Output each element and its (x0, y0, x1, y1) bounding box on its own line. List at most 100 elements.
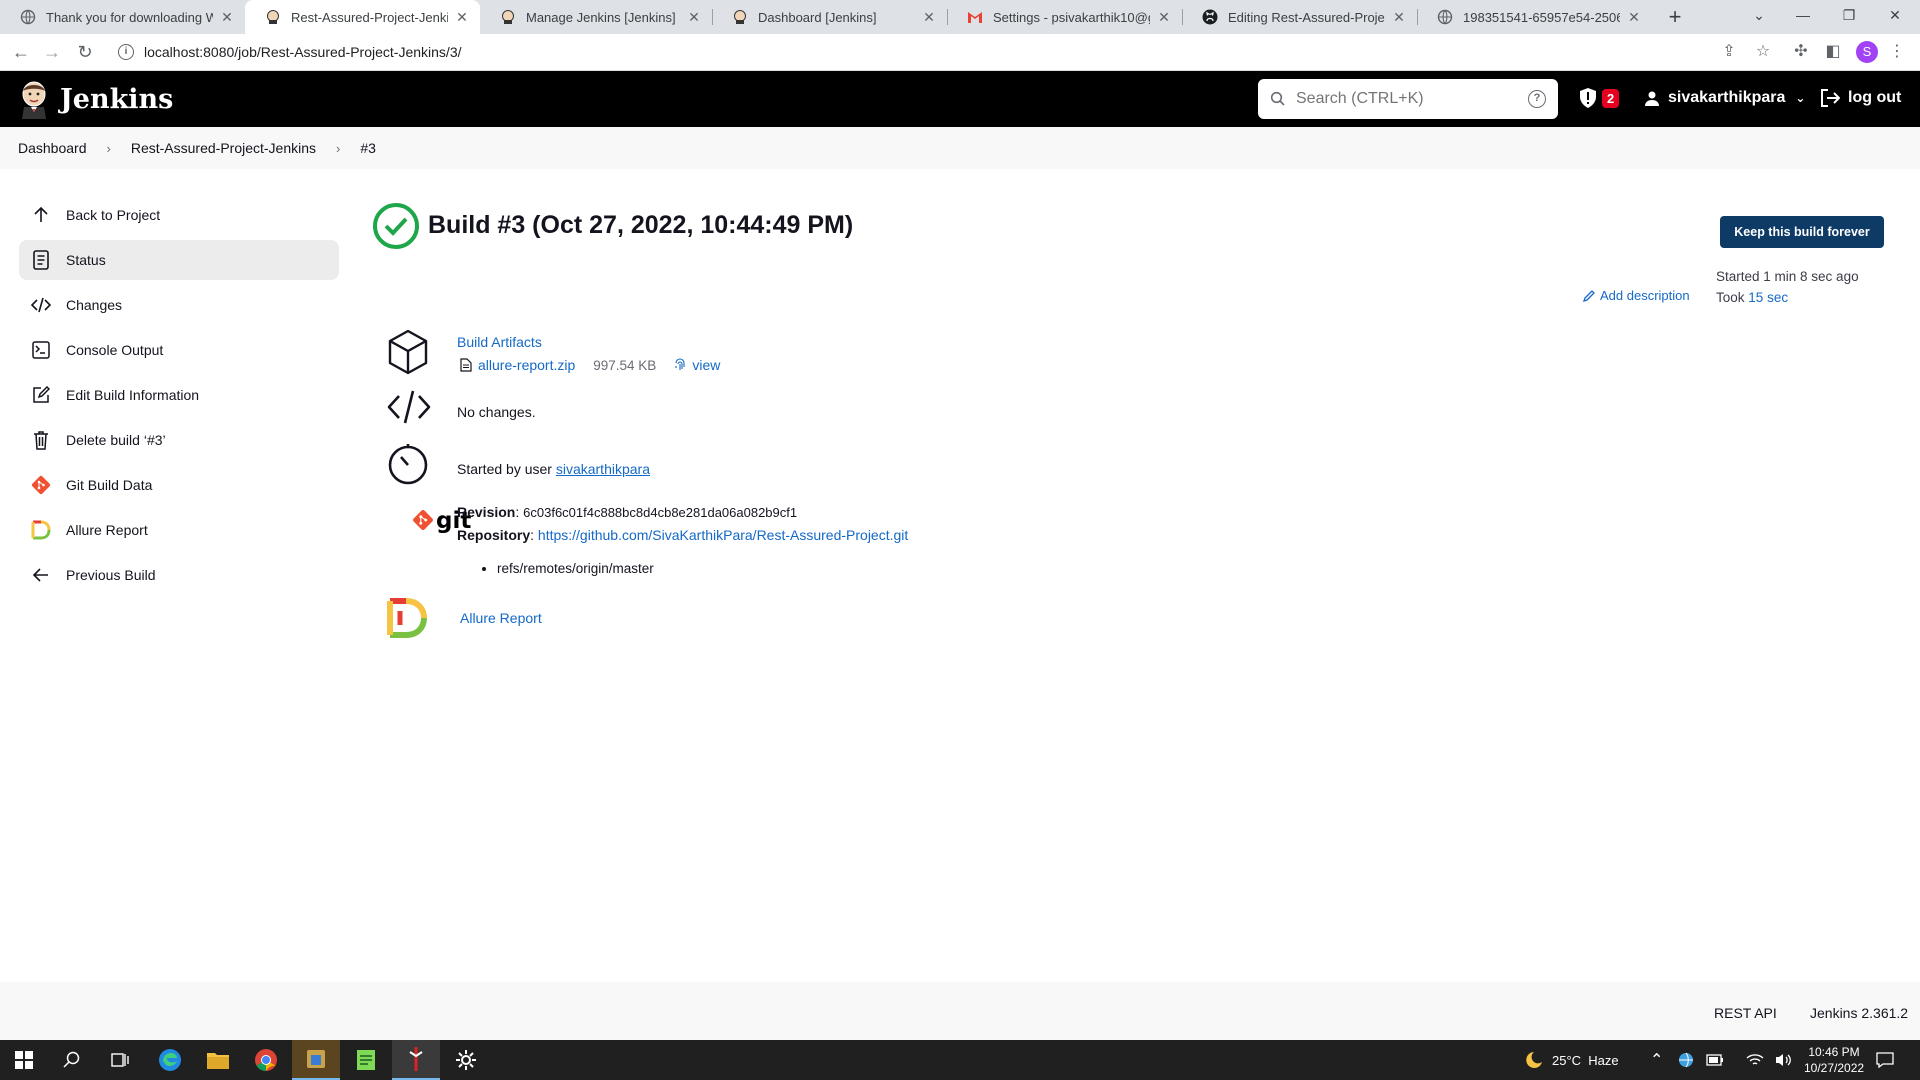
started-by-user-link[interactable]: sivakarthikpara (556, 461, 650, 477)
sidebar-item-label: Previous Build (66, 567, 156, 583)
pencil-icon (1582, 289, 1596, 303)
kebab-menu-icon[interactable]: ⋮ (1886, 41, 1908, 63)
jenkins-version-link[interactable]: Jenkins 2.361.2 (1810, 1005, 1908, 1021)
system-clock[interactable]: 10:46 PM 10/27/2022 (1804, 1044, 1864, 1076)
edge-browser-icon[interactable] (146, 1040, 194, 1080)
window-close-button[interactable]: ✕ (1872, 0, 1918, 34)
search-input[interactable] (1296, 90, 1528, 108)
address-bar-row: ← → ↻ i localhost:8080/job/Rest-Assured-… (0, 34, 1920, 71)
close-icon[interactable]: ✕ (454, 9, 470, 25)
search-box: ? (1258, 79, 1558, 119)
close-icon[interactable]: ✕ (921, 9, 937, 25)
sidebar-item-changes[interactable]: Changes (19, 285, 339, 325)
jenkins-home-link[interactable]: Jenkins (18, 79, 173, 119)
jmeter-icon[interactable] (392, 1040, 440, 1080)
add-description-link[interactable]: Add description (1582, 288, 1690, 303)
extensions-icon[interactable]: ✣ (1790, 41, 1812, 63)
keep-build-forever-button[interactable]: Keep this build forever (1720, 216, 1884, 248)
artifact-size: 997.54 KB (593, 357, 657, 373)
repository-link[interactable]: https://github.com/SivaKarthikPara/Rest-… (538, 527, 908, 543)
notepad-icon[interactable] (342, 1040, 390, 1080)
tab-label: Editing Rest-Assured-Project/RE (1228, 9, 1385, 25)
sidebar-item-previous-build[interactable]: Previous Build (19, 555, 339, 595)
back-arrow-icon[interactable]: ← (9, 40, 33, 64)
page-title: Build #3 (Oct 27, 2022, 10:44:49 PM) (428, 211, 854, 239)
gmail-icon (967, 9, 983, 25)
artifact-view-link[interactable]: view (692, 357, 720, 373)
minimize-button[interactable]: — (1780, 0, 1826, 34)
file-explorer-icon[interactable] (194, 1040, 242, 1080)
file-icon (460, 358, 472, 372)
revision-label: Revision (457, 504, 516, 520)
browser-tab[interactable]: Settings - psivakarthik10@gmai ✕ (947, 0, 1182, 34)
chrome-icon[interactable] (242, 1040, 290, 1080)
forward-arrow-icon[interactable]: → (40, 40, 64, 64)
task-view-icon[interactable] (96, 1040, 144, 1080)
close-icon[interactable]: ✕ (1156, 9, 1172, 25)
close-icon[interactable]: ✕ (1391, 9, 1407, 25)
reload-icon[interactable]: ↻ (73, 40, 97, 64)
started-ago-text: Started 1 min 8 sec ago (1716, 269, 1859, 284)
sidebar-item-label: Back to Project (66, 207, 161, 223)
duration-link[interactable]: 15 sec (1748, 290, 1788, 305)
browser-tab[interactable]: Thank you for downloading Win ✕ (0, 0, 245, 34)
chevron-down-icon: ⌄ (1795, 91, 1806, 105)
wifi-icon[interactable] (1746, 1040, 1764, 1080)
speaker-icon[interactable] (1774, 1040, 1792, 1080)
weather-text: 25°C Haze (1552, 1052, 1619, 1068)
sidebar-item-edit-build-information[interactable]: Edit Build Information (19, 375, 339, 415)
allure-icon (31, 520, 51, 540)
sidebar-item-status[interactable]: Status (19, 240, 339, 280)
jenkins-favicon-icon (500, 9, 516, 25)
sidebar-item-allure-report[interactable]: Allure Report (19, 510, 339, 550)
search-icon[interactable] (48, 1040, 96, 1080)
new-tab-button[interactable]: + (1660, 0, 1690, 34)
allure-logo-icon (386, 597, 430, 639)
artifact-file-link[interactable]: allure-report.zip (478, 357, 575, 373)
browser-tab[interactable]: Editing Rest-Assured-Project/RE ✕ (1182, 0, 1417, 34)
tab-label: Settings - psivakarthik10@gmai (993, 9, 1150, 25)
chevron-up-icon[interactable]: ⌃ (1650, 1040, 1663, 1080)
app-icon[interactable] (292, 1040, 340, 1080)
rest-api-link[interactable]: REST API (1714, 1005, 1777, 1021)
network-globe-icon[interactable] (1678, 1040, 1694, 1080)
weather-widget[interactable]: 25°C Haze (1522, 1040, 1619, 1080)
allure-report-link[interactable]: Allure Report (460, 610, 542, 626)
restore-button[interactable]: ❐ (1826, 0, 1872, 34)
help-icon[interactable]: ? (1528, 90, 1546, 108)
bookmark-star-icon[interactable]: ☆ (1752, 41, 1774, 63)
chevron-right-icon: › (336, 140, 341, 156)
browser-tab[interactable]: Manage Jenkins [Jenkins] ✕ (480, 0, 712, 34)
profile-avatar[interactable]: S (1856, 41, 1878, 63)
security-alert-button[interactable]: 2 (1578, 87, 1620, 109)
sidebar-item-label: Changes (66, 297, 123, 313)
browser-tab-active[interactable]: Rest-Assured-Project-Jenkins #3 ✕ (245, 0, 480, 34)
close-icon[interactable]: ✕ (219, 9, 235, 25)
breadcrumb-project[interactable]: Rest-Assured-Project-Jenkins (131, 140, 316, 156)
battery-icon[interactable] (1706, 1040, 1724, 1080)
sidebar-item-back-to-project[interactable]: Back to Project (19, 195, 339, 235)
close-icon[interactable]: ✕ (1626, 9, 1642, 25)
settings-gear-icon[interactable] (442, 1040, 490, 1080)
sidebar-item-delete-build[interactable]: Delete build ‘#3’ (19, 420, 339, 460)
browser-tab[interactable]: Dashboard [Jenkins] ✕ (712, 0, 947, 34)
breadcrumb-dashboard[interactable]: Dashboard (18, 140, 87, 156)
close-icon[interactable]: ✕ (686, 9, 702, 25)
user-menu[interactable]: sivakarthikpara ⌄ (1644, 89, 1805, 107)
sidebar-item-git-build-data[interactable]: Git Build Data (19, 465, 339, 505)
side-panel-icon[interactable]: ◧ (1822, 41, 1844, 63)
build-artifacts-link[interactable]: Build Artifacts (457, 334, 542, 350)
revision-value: 6c03f6c01f4c888bc8d4cb8e281da06a082b9cf1 (523, 505, 798, 520)
breadcrumb-build[interactable]: #3 (360, 140, 376, 156)
sidebar-item-console-output[interactable]: Console Output (19, 330, 339, 370)
windows-start-icon[interactable] (0, 1040, 48, 1080)
browser-tab[interactable]: 198351541-65957e54-2506-449 ✕ (1417, 0, 1652, 34)
logout-label: log out (1848, 89, 1902, 106)
logout-button[interactable]: log out (1820, 89, 1901, 107)
tab-search-icon[interactable]: ⌄ (1736, 0, 1782, 34)
share-icon[interactable]: ⇪ (1718, 41, 1740, 63)
url-bar[interactable]: i localhost:8080/job/Rest-Assured-Projec… (108, 37, 1768, 67)
tab-label: 198351541-65957e54-2506-449 (1463, 9, 1620, 25)
site-info-icon[interactable]: i (118, 44, 134, 60)
notification-icon[interactable] (1876, 1040, 1894, 1080)
